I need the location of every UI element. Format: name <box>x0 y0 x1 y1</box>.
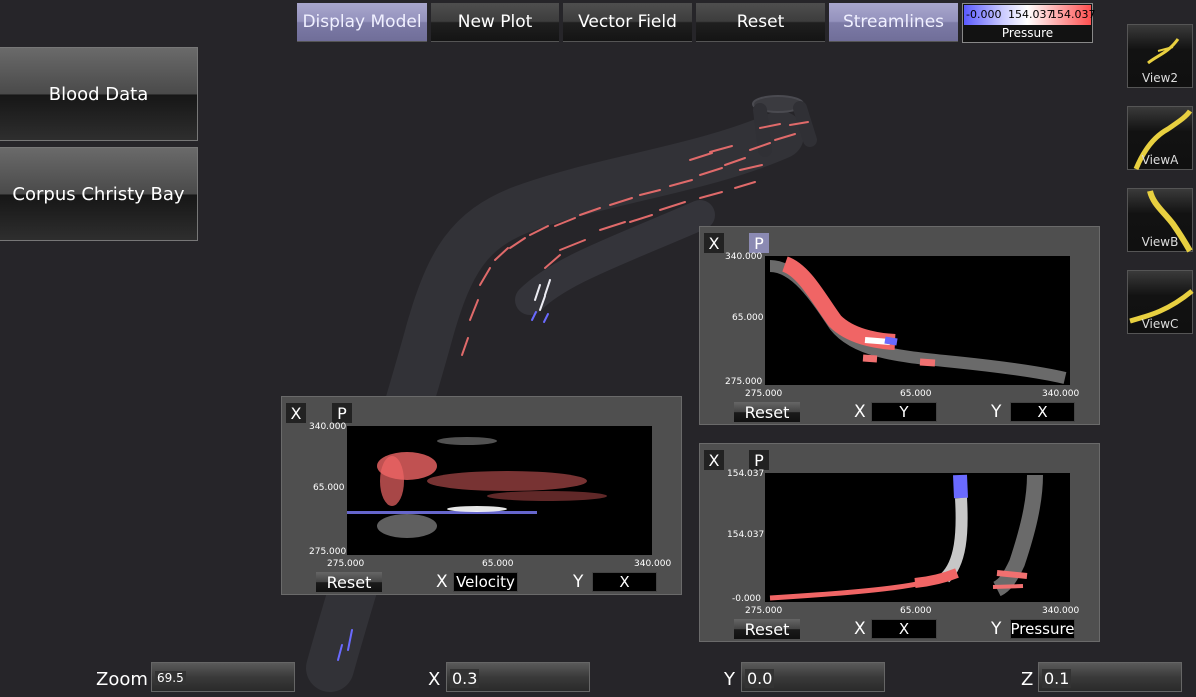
scatter-plot-area[interactable] <box>765 473 1070 602</box>
x-tick: 340.000 <box>634 559 672 569</box>
x-axis-select[interactable]: Y <box>871 402 937 422</box>
y-tick: 275.000 <box>309 547 347 557</box>
view-thumb-viewb[interactable]: ViewB <box>1127 188 1193 253</box>
x-axis-label: X <box>436 572 448 592</box>
corpus-christy-bay-button[interactable]: Corpus Christy Bay <box>0 147 198 241</box>
y-axis-select[interactable]: Pressure <box>1010 619 1075 639</box>
x-tick: 340.000 <box>1042 389 1080 399</box>
scatter-plot-area[interactable] <box>765 256 1070 385</box>
y-axis-select[interactable]: X <box>1010 402 1075 422</box>
y-tick: 340.000 <box>725 252 763 262</box>
y-tick: 65.000 <box>313 483 345 493</box>
zoom-label: Zoom <box>96 669 148 690</box>
vector-field-button[interactable]: Vector Field <box>563 3 692 42</box>
streamlines-button[interactable]: Streamlines <box>829 3 958 42</box>
display-model-button[interactable]: Display Model <box>297 3 427 42</box>
x-tick: 65.000 <box>900 389 932 399</box>
plot-reset-button[interactable]: Reset <box>734 402 800 422</box>
pin-plot-button[interactable]: P <box>749 450 769 470</box>
reset-button[interactable]: Reset <box>696 3 825 42</box>
pin-plot-button[interactable]: P <box>749 233 769 253</box>
view-label: ViewB <box>1141 235 1179 249</box>
blood-data-button[interactable]: Blood Data <box>0 47 198 141</box>
y-rotation-slider[interactable]: 0.0 <box>741 662 885 692</box>
y-tick: 154.037 <box>727 469 765 479</box>
legend-label: Pressure <box>1001 26 1054 40</box>
x-tick: 275.000 <box>745 389 783 399</box>
y-tick: 65.000 <box>732 313 764 323</box>
x-tick: 340.000 <box>1042 606 1080 616</box>
plot-reset-button[interactable]: Reset <box>316 572 382 592</box>
y-tick: -0.000 <box>732 594 762 604</box>
pin-plot-button[interactable]: P <box>332 403 352 423</box>
view-label: View2 <box>1141 71 1179 85</box>
y-axis-label: Y <box>991 619 1002 639</box>
y-axis-select[interactable]: X <box>592 572 657 592</box>
legend-max: 154.037 <box>1050 8 1096 21</box>
legend-min: -0.000 <box>966 8 1002 21</box>
view-thumb-viewc[interactable]: ViewC <box>1127 270 1194 334</box>
x-tick: 65.000 <box>900 606 932 616</box>
x-tick: 275.000 <box>745 606 783 616</box>
zoom-value: 69.5 <box>155 671 186 685</box>
scatter-points <box>769 256 1067 384</box>
plot-panel-velocity[interactable]: X P 340.000 65.000 275.000 275.000 65.00… <box>281 396 682 595</box>
x-axis-select[interactable]: Velocity <box>453 572 518 592</box>
plot-reset-button[interactable]: Reset <box>734 619 800 639</box>
scatter-points <box>769 474 1043 601</box>
y-tick: 154.037 <box>727 530 765 540</box>
view-thumb-viewa[interactable]: ViewA <box>1127 106 1193 170</box>
y-axis-label: Y <box>991 402 1002 422</box>
y-rotation-label: Y <box>724 669 735 690</box>
z-rotation-label: Z <box>1021 669 1034 690</box>
zoom-slider[interactable]: 69.5 <box>151 662 295 692</box>
close-plot-button[interactable]: X <box>286 403 306 423</box>
close-plot-button[interactable]: X <box>704 233 724 253</box>
color-gradient-bar: -0.000 154.037 154.037 <box>964 5 1096 25</box>
plot-panel-y[interactable]: X P 340.000 65.000 275.000 275.000 65.00… <box>699 226 1100 425</box>
x-axis-label: X <box>854 619 866 639</box>
x-axis-select[interactable]: X <box>871 619 937 639</box>
z-rotation-value: 0.1 <box>1042 669 1072 688</box>
x-rotation-slider[interactable]: 0.3 <box>446 662 590 692</box>
close-plot-button[interactable]: X <box>704 450 724 470</box>
plot-panel-pressure[interactable]: X P 154.037 154.037 -0.000 275.000 65.00… <box>699 443 1100 642</box>
x-tick: 65.000 <box>482 559 514 569</box>
x-rotation-value: 0.3 <box>450 669 480 688</box>
legend-mid: 154.037 <box>1008 8 1054 21</box>
view-label: ViewA <box>1141 153 1179 167</box>
new-plot-button[interactable]: New Plot <box>431 3 559 42</box>
scatter-plot-area[interactable] <box>347 426 652 555</box>
z-rotation-slider[interactable]: 0.1 <box>1038 662 1182 692</box>
view-label: ViewC <box>1141 317 1179 331</box>
view-thumb-view2[interactable]: View2 <box>1127 24 1193 88</box>
pressure-color-legend: -0.000 154.037 154.037 Pressure <box>962 3 1096 43</box>
y-rotation-value: 0.0 <box>745 669 775 688</box>
y-tick: 340.000 <box>309 422 347 432</box>
x-rotation-label: X <box>428 669 441 690</box>
scatter-points <box>347 437 607 538</box>
x-tick: 275.000 <box>327 559 365 569</box>
x-axis-label: X <box>854 402 866 422</box>
y-axis-label: Y <box>573 572 584 592</box>
y-tick: 275.000 <box>725 377 763 387</box>
